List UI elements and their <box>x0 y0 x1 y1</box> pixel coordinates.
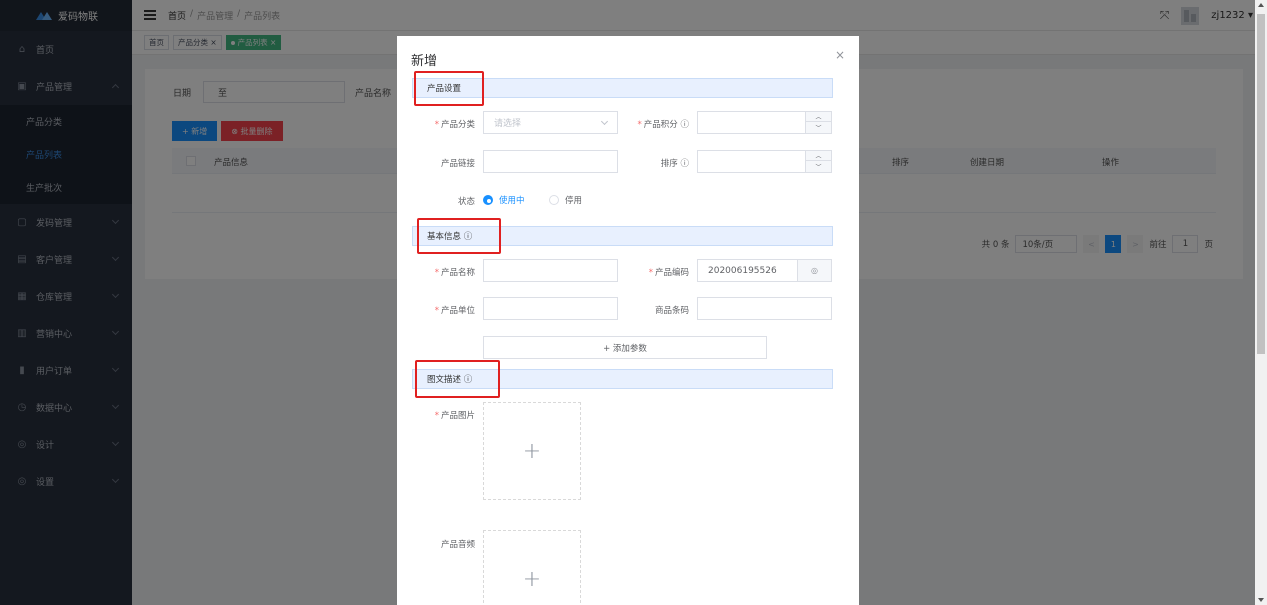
link-input[interactable] <box>483 150 618 173</box>
points-stepper[interactable]: ︿ ﹀ <box>697 111 832 134</box>
unit-label: * 产品单位 <box>434 306 475 316</box>
audio-upload[interactable]: + <box>483 530 581 605</box>
category-select[interactable]: 请选择 <box>483 111 618 134</box>
link-label: 产品链接 <box>440 159 475 169</box>
stepper-controls[interactable]: ︿ ﹀ <box>805 151 831 172</box>
unit-input[interactable] <box>483 297 618 320</box>
status-radio-active[interactable]: 使用中 <box>483 194 525 206</box>
status-radio-disabled[interactable]: 停用 <box>549 194 582 206</box>
step-down-icon[interactable]: ﹀ <box>806 122 831 132</box>
barcode-label: 商品条码 <box>654 306 689 316</box>
sort-label: 排序 ⓘ <box>660 159 689 169</box>
scrollbar-thumb[interactable] <box>1257 14 1265 354</box>
name-label: * 产品名称 <box>434 268 475 278</box>
add-product-dialog: 新增 × 产品设置 * 产品分类 请选择 * 产品积分 ⓘ ︿ ﹀ 产品链接 排序 ⓘ… <box>397 36 859 605</box>
image-label: * 产品图片 <box>434 411 475 421</box>
add-param-button[interactable]: + 添加参数 <box>483 336 767 359</box>
barcode-input[interactable] <box>697 297 832 320</box>
highlight-box <box>417 218 501 254</box>
dialog-title: 新增 <box>411 54 438 69</box>
chevron-down-icon <box>600 117 609 126</box>
audio-label: 产品音频 <box>440 540 475 550</box>
status-label: 状态 <box>457 197 475 207</box>
points-label: * 产品积分 ⓘ <box>637 120 689 130</box>
image-upload[interactable]: + <box>483 402 581 500</box>
code-label: * 产品编码 <box>648 268 689 278</box>
close-icon[interactable]: × <box>835 48 845 62</box>
step-up-icon[interactable]: ︿ <box>806 112 831 122</box>
code-input[interactable]: 202006195526 ◎ <box>697 259 832 282</box>
category-label: * 产品分类 <box>434 120 475 130</box>
stepper-controls[interactable]: ︿ ﹀ <box>805 112 831 133</box>
name-input[interactable] <box>483 259 618 282</box>
scroll-up-icon[interactable] <box>1258 3 1264 7</box>
sort-stepper[interactable]: ︿ ﹀ <box>697 150 832 173</box>
scroll-down-icon[interactable] <box>1258 598 1264 602</box>
page-scrollbar[interactable] <box>1255 0 1267 605</box>
highlight-box <box>414 71 484 106</box>
generate-code-icon[interactable]: ◎ <box>797 260 831 281</box>
step-down-icon[interactable]: ﹀ <box>806 161 831 171</box>
highlight-box <box>415 360 500 398</box>
step-up-icon[interactable]: ︿ <box>806 151 831 161</box>
